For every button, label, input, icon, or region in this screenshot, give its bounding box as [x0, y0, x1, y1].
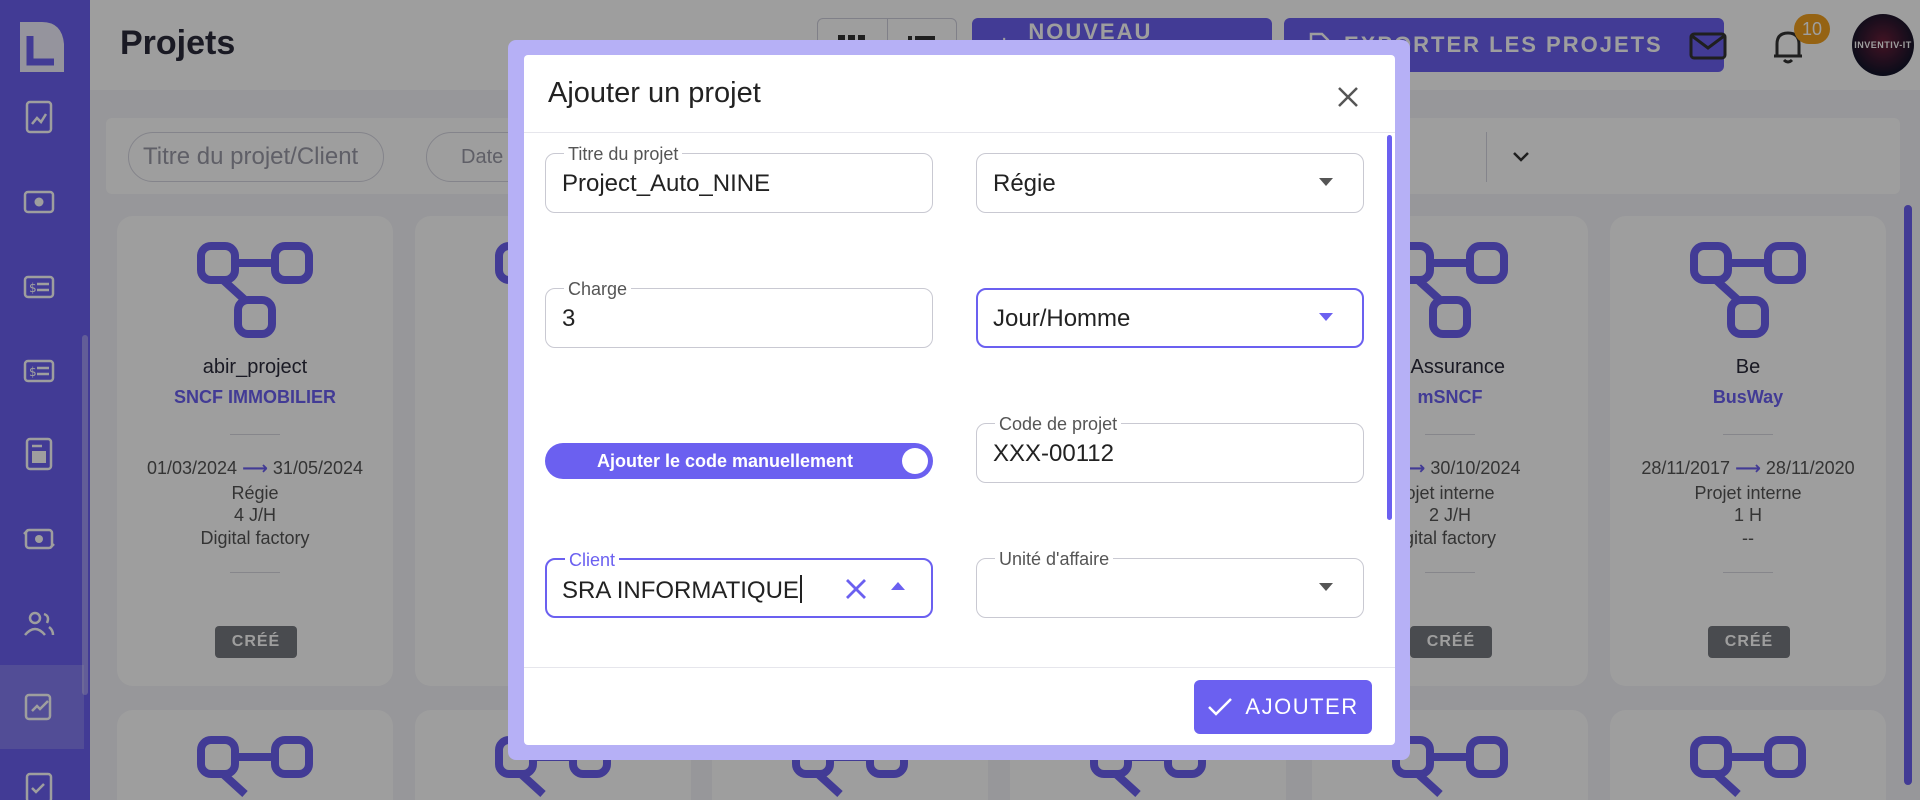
add-project-dialog: Ajouter un projet Titre du projet Projec… [524, 55, 1395, 745]
business-unit-label: Unité d'affaire [995, 549, 1114, 569]
dialog-title: Ajouter un projet [548, 77, 761, 109]
dropdown-arrow-icon [1319, 178, 1333, 186]
dropdown-collapse-icon[interactable] [891, 582, 905, 590]
project-title-value: Project_Auto_NINE [562, 170, 771, 197]
charge-unit-value: Jour/Homme [993, 305, 1131, 332]
charge-label: Charge [564, 279, 632, 299]
check-icon [1208, 698, 1233, 716]
close-dialog-button[interactable] [1328, 77, 1368, 117]
project-title-label: Titre du projet [564, 144, 683, 164]
clear-icon [846, 579, 866, 599]
dialog-header-divider [524, 132, 1395, 133]
toggle-knob [902, 448, 928, 474]
billing-type-select[interactable]: Régie [976, 153, 1364, 213]
charge-value: 3 [562, 305, 576, 332]
project-code-label: Code de projet [995, 414, 1122, 434]
close-icon [1338, 87, 1358, 107]
client-label: Client [565, 550, 620, 570]
submit-label: AJOUTER [1245, 694, 1359, 719]
business-unit-select[interactable]: Unité d'affaire [976, 549, 1364, 618]
add-project-submit-button[interactable]: AJOUTER [1194, 680, 1372, 734]
charge-unit-select[interactable]: Jour/Homme [976, 288, 1364, 348]
manual-code-toggle-label: Ajouter le code manuellement [596, 450, 854, 471]
dialog-footer-divider [524, 667, 1395, 668]
clear-client-button[interactable] [841, 574, 871, 604]
charge-field[interactable]: Charge 3 [545, 279, 933, 348]
dialog-scrollbar[interactable] [1387, 135, 1392, 520]
text-cursor [799, 575, 802, 603]
dropdown-arrow-icon [1319, 313, 1333, 321]
manual-code-toggle[interactable]: Ajouter le code manuellement [545, 443, 933, 479]
dropdown-arrow-icon [1319, 583, 1333, 591]
client-autocomplete[interactable]: Client SRA INFORMATIQUE [545, 550, 933, 618]
project-title-field[interactable]: Titre du projet Project_Auto_NINE [545, 144, 933, 213]
billing-type-value: Régie [993, 170, 1056, 197]
project-code-value: XXX-00112 [993, 440, 1114, 467]
client-value: SRA INFORMATIQUE [562, 577, 799, 604]
project-code-field[interactable]: Code de projet XXX-00112 [976, 414, 1364, 483]
